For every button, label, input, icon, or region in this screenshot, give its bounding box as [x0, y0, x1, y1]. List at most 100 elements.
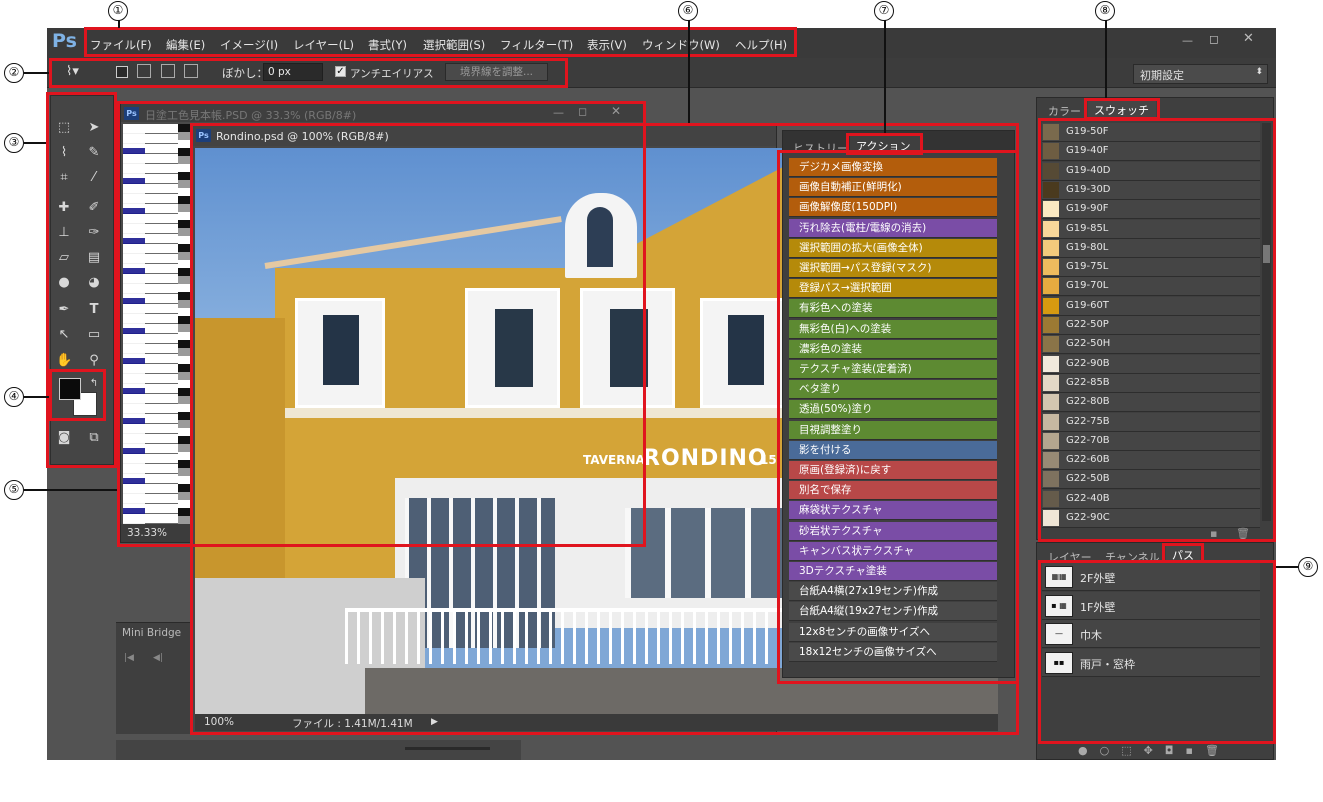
- action-item[interactable]: 選択範囲の拡大(画像全体): [789, 238, 997, 258]
- add-selection-icon[interactable]: [137, 64, 151, 78]
- action-item[interactable]: 無彩色(白)への塗装: [789, 319, 997, 339]
- menu-item-0[interactable]: ファイル(F): [90, 37, 152, 53]
- swatches-scrollbar[interactable]: [1262, 123, 1271, 521]
- screen-mode-icon[interactable]: ⧉: [86, 430, 102, 446]
- action-item[interactable]: 濃彩色の塗装: [789, 339, 997, 359]
- action-item[interactable]: 12x8センチの画像サイズへ: [789, 622, 997, 642]
- rondino-zoom[interactable]: 100%: [204, 716, 234, 728]
- swatch-item[interactable]: G19-75L: [1042, 258, 1260, 278]
- restore-button[interactable]: ◻: [1209, 32, 1219, 46]
- mini-bridge-first-icon[interactable]: |◀: [124, 653, 134, 663]
- swatch-item[interactable]: G19-40F: [1042, 142, 1260, 162]
- stamp-tool-icon[interactable]: ⊥: [56, 225, 72, 241]
- swatch-item[interactable]: G19-85L: [1042, 219, 1260, 239]
- color-book-zoom[interactable]: 33.33%: [127, 527, 167, 539]
- new-swatch-icon[interactable]: ▪: [1210, 527, 1217, 540]
- tab-paths[interactable]: パス: [1166, 545, 1200, 563]
- path-item[interactable]: ▪▪ 雨戸・窓枠: [1042, 648, 1260, 677]
- doc-restore-icon[interactable]: ◻: [578, 105, 587, 118]
- action-item[interactable]: 画像解像度(150DPI): [789, 198, 997, 218]
- hand-tool-icon[interactable]: ✋: [56, 353, 72, 369]
- action-item[interactable]: 麻袋状テクスチャ: [789, 501, 997, 521]
- marquee-tool-icon[interactable]: ⬚: [56, 120, 72, 136]
- path-item[interactable]: ▪ ▦ 1F外壁: [1042, 591, 1260, 620]
- swatch-item[interactable]: G22-50B: [1042, 470, 1260, 490]
- path-selection-tool-icon[interactable]: ↖: [56, 327, 72, 343]
- feather-input[interactable]: 0 px: [263, 63, 323, 81]
- action-item[interactable]: 影を付ける: [789, 440, 997, 460]
- action-item[interactable]: 目視調整塗り: [789, 420, 997, 440]
- brush-tool-icon[interactable]: ✐: [86, 200, 102, 216]
- statusbar-menu-arrow-icon[interactable]: ▶: [431, 717, 438, 727]
- menu-item-6[interactable]: フィルター(T): [500, 37, 573, 53]
- action-item[interactable]: 別名で保存: [789, 481, 997, 501]
- tab-color[interactable]: カラー: [1048, 103, 1081, 119]
- type-tool-icon[interactable]: T: [86, 302, 102, 318]
- menu-item-3[interactable]: レイヤー(L): [293, 37, 354, 53]
- action-item[interactable]: 画像自動補正(鮮明化): [789, 178, 997, 198]
- menu-item-9[interactable]: ヘルプ(H): [735, 37, 787, 53]
- tab-actions[interactable]: アクション: [850, 136, 920, 154]
- lasso-tool-icon[interactable]: ⌇: [56, 145, 72, 161]
- dodge-tool-icon[interactable]: ◕: [86, 275, 102, 291]
- menu-item-5[interactable]: 選択範囲(S): [423, 37, 485, 53]
- action-item[interactable]: 台紙A4横(27x19センチ)作成: [789, 582, 997, 602]
- swatch-item[interactable]: G22-40B: [1042, 489, 1260, 509]
- move-tool-icon[interactable]: ➤: [86, 120, 102, 136]
- tab-swatches[interactable]: スウォッチ: [1088, 100, 1156, 118]
- foreground-color-swatch[interactable]: [59, 378, 81, 400]
- history-brush-tool-icon[interactable]: ✑: [86, 225, 102, 241]
- refine-edge-button[interactable]: 境界線を調整...: [445, 63, 548, 81]
- swatch-item[interactable]: G22-90C: [1042, 509, 1260, 528]
- action-item[interactable]: テクスチャ塗装(定着済): [789, 360, 997, 379]
- antialias-checkbox[interactable]: ✓: [335, 66, 346, 77]
- swatch-item[interactable]: G22-70B: [1042, 431, 1260, 451]
- close-button[interactable]: ✕: [1243, 31, 1254, 46]
- shape-tool-icon[interactable]: ▭: [86, 327, 102, 343]
- action-item[interactable]: ベタ塗り: [789, 380, 997, 400]
- action-item[interactable]: 3Dテクスチャ塗装: [789, 562, 997, 581]
- swatch-item[interactable]: G22-60B: [1042, 451, 1260, 471]
- swatch-item[interactable]: G19-40D: [1042, 161, 1260, 181]
- quick-selection-tool-icon[interactable]: ✎: [86, 145, 102, 161]
- zoom-tool-icon[interactable]: ⚲: [86, 353, 102, 369]
- swatch-item[interactable]: G22-90B: [1042, 354, 1260, 374]
- swap-colors-icon[interactable]: ↰: [86, 376, 102, 392]
- delete-swatch-icon[interactable]: 🗑: [1236, 527, 1250, 540]
- ps-logo[interactable]: Ps: [52, 30, 77, 52]
- blur-tool-icon[interactable]: ●: [56, 275, 72, 291]
- swatch-item[interactable]: G19-80L: [1042, 238, 1260, 258]
- swatch-item[interactable]: G19-50F: [1042, 123, 1260, 142]
- swatch-item[interactable]: G19-90F: [1042, 200, 1260, 220]
- mini-bridge-prev-icon[interactable]: ◀|: [153, 653, 163, 663]
- action-item[interactable]: 登録パス→選択範囲: [789, 279, 997, 299]
- mini-bridge-tab[interactable]: Mini Bridge: [122, 627, 181, 639]
- swatch-item[interactable]: G22-75B: [1042, 412, 1260, 432]
- menu-item-1[interactable]: 編集(E): [166, 37, 205, 53]
- menu-item-4[interactable]: 書式(Y): [368, 37, 407, 53]
- intersect-selection-icon[interactable]: [184, 64, 198, 78]
- action-item[interactable]: 有彩色への塗装: [789, 299, 997, 319]
- swatch-item[interactable]: G22-85B: [1042, 373, 1260, 393]
- swatch-item[interactable]: G22-80B: [1042, 393, 1260, 413]
- subtract-selection-icon[interactable]: [161, 64, 175, 78]
- swatch-item[interactable]: G19-60T: [1042, 296, 1260, 316]
- new-selection-icon[interactable]: [116, 66, 128, 78]
- eyedropper-tool-icon[interactable]: ⁄: [86, 170, 102, 186]
- eraser-tool-icon[interactable]: ▱: [56, 250, 72, 266]
- swatch-item[interactable]: G19-70L: [1042, 277, 1260, 297]
- healing-brush-tool-icon[interactable]: ✚: [56, 200, 72, 216]
- minimize-button[interactable]: —: [1182, 34, 1193, 47]
- gradient-tool-icon[interactable]: ▤: [86, 250, 102, 266]
- quick-mask-icon[interactable]: ◙: [56, 430, 72, 446]
- workspace-preset-select[interactable]: 初期設定 ⬍: [1133, 64, 1268, 84]
- menu-item-8[interactable]: ウィンドウ(W): [642, 37, 720, 53]
- action-item[interactable]: デジカメ画像変換: [789, 158, 997, 177]
- doc-close-icon[interactable]: ✕: [611, 104, 621, 118]
- path-item[interactable]: — 巾木: [1042, 620, 1260, 648]
- rondino-file-info[interactable]: ファイル : 1.41M/1.41M: [292, 716, 413, 731]
- swatch-item[interactable]: G19-30D: [1042, 180, 1260, 200]
- action-item[interactable]: 選択範囲→パス登録(マスク): [789, 259, 997, 278]
- action-item[interactable]: 原画(登録済)に戻す: [789, 461, 997, 480]
- swatch-item[interactable]: G22-50P: [1042, 316, 1260, 335]
